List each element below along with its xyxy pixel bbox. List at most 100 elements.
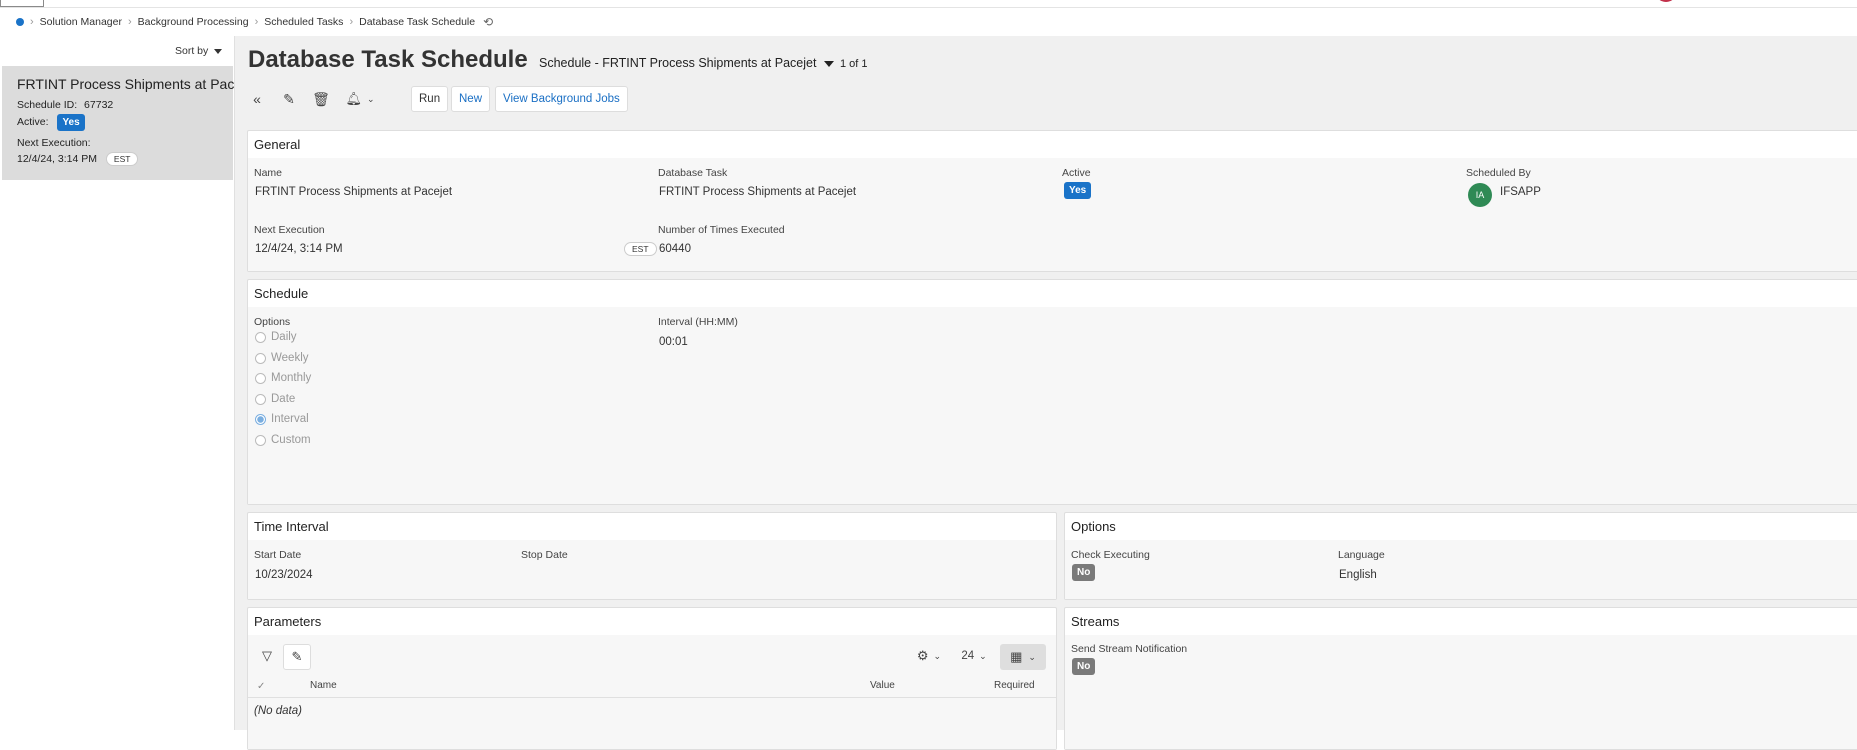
column-header-value[interactable]: Value [870,680,895,691]
notifications-dropdown[interactable]: 🔔︎ ⌄ [343,86,377,112]
radio-daily[interactable]: Daily [255,331,297,343]
time-interval-title: Time Interval [254,519,329,534]
radio-custom[interactable]: Custom [255,434,311,446]
radio-circle [255,393,266,405]
parameters-body: ▽ ✎ ⚙ ⌄ 24 ⌄ ▦ ⌄ ✓ Name Value Required (No … [248,635,1056,749]
interval-value: 00:01 [659,336,688,348]
name-value: FRTINT Process Shipments at Pacejet [255,186,453,198]
breadcrumb: › Solution Manager › Background Processi… [0,8,1857,36]
schedule-id-row: Schedule ID: 67732 [17,99,113,111]
column-header-required[interactable]: Required [994,680,1035,691]
chevron-down-icon: ⌄ [979,650,987,661]
new-button[interactable]: New [451,86,491,112]
options-panel: Options Check Executing No Language Engl… [1064,512,1857,600]
trash-icon[interactable]: 🗑 [309,86,333,112]
pencil-icon[interactable]: ✎ [277,86,301,112]
scheduled-by-label: Scheduled By [1466,167,1531,179]
double-chevron-left-icon[interactable]: « [245,86,269,112]
options-title: Options [1071,519,1116,534]
schedule-body: Options Daily Weekly Monthly Date Interv… [248,307,1857,504]
send-stream-label: Send Stream Notification [1071,643,1188,655]
breadcrumb-item[interactable]: Background Processing [138,16,249,28]
home-icon[interactable] [16,18,24,26]
next-execution-value: 12/4/24, 3:14 PM [17,153,97,165]
stop-date-label: Stop Date [521,549,568,561]
active-row: Active: Yes [17,114,85,131]
active-badge: Yes [1064,182,1092,199]
general-body: Name FRTINT Process Shipments at Pacejet… [248,158,1857,271]
timezone-badge: EST [105,152,139,166]
page-title: Database Task Schedule [248,46,528,73]
options-body: Check Executing No Language English [1065,540,1857,599]
column-header-name[interactable]: Name [310,680,337,691]
schedule-panel: Schedule Options Daily Weekly Monthly Da… [247,279,1857,505]
select-all-checkbox[interactable]: ✓ [257,681,265,692]
run-button[interactable]: Run [411,86,449,112]
record-selector[interactable]: Schedule - FRTINT Process Shipments at P… [539,56,835,70]
next-execution-row: 12/4/24, 3:14 PM EST [17,152,139,166]
chevron-right-icon: › [349,16,354,28]
empty-state-text: (No data) [254,705,302,717]
start-date-value: 10/23/2024 [255,569,313,581]
next-execution-label: Next Execution: [17,137,91,149]
streams-body: Send Stream Notification No [1065,635,1857,749]
time-interval-panel: Time Interval Start Date 10/23/2024 Stop… [247,512,1057,600]
sort-by-dropdown[interactable]: Sort by [175,45,223,57]
language-label: Language [1338,549,1385,561]
gear-icon: ⚙ [916,648,929,663]
send-stream-badge: No [1072,658,1096,675]
radio-label: Custom [271,434,311,446]
next-execution-value: 12/4/24, 3:14 PM [255,243,343,255]
active-badge: Yes [57,114,85,131]
times-executed-label: Number of Times Executed [658,224,785,236]
breadcrumb-current: Database Task Schedule [359,16,476,28]
page-size-dropdown[interactable]: 24 ⌄ [956,644,992,668]
timezone-badge: EST [624,242,657,256]
view-mode-dropdown[interactable]: ▦ ⌄ [1000,644,1046,670]
breadcrumb-item[interactable]: Scheduled Tasks [264,16,343,28]
caret-down-icon [824,60,835,67]
next-execution-label: Next Execution [254,224,325,236]
time-interval-body: Start Date 10/23/2024 Stop Date [248,540,1056,599]
chevron-right-icon: › [127,16,132,28]
radio-label: Daily [271,331,297,343]
check-executing-badge: No [1072,564,1096,581]
radio-circle [255,352,266,364]
database-task-label: Database Task [658,167,728,179]
settings-dropdown[interactable]: ⚙ ⌄ [909,644,949,668]
database-task-value[interactable]: FRTINT Process Shipments at Pacejet [659,186,856,198]
radio-label: Weekly [271,352,309,364]
sort-by-label: Sort by [175,45,209,57]
bell-icon: 🔔︎ [345,91,362,106]
view-background-jobs-button[interactable]: View Background Jobs [495,86,628,112]
radio-monthly[interactable]: Monthly [255,372,311,384]
radio-label: Interval [271,413,309,425]
breadcrumb-item[interactable]: Solution Manager [40,16,122,28]
streams-title: Streams [1071,614,1120,629]
radio-label: Monthly [271,372,312,384]
active-label: Active [1062,167,1091,179]
record-selector-label: Schedule - FRTINT Process Shipments at P… [539,56,817,70]
radio-interval[interactable]: Interval [255,413,309,425]
caret-down-icon [214,48,223,54]
check-executing-label: Check Executing [1071,549,1150,561]
avatar: IA [1468,183,1492,207]
record-card[interactable]: FRTINT Process Shipments at Pacejet Sche… [2,66,257,180]
divider [248,697,1056,698]
radio-label: Date [271,393,296,405]
parameters-title: Parameters [254,614,322,629]
radio-weekly[interactable]: Weekly [255,352,309,364]
app-menu-button[interactable] [0,0,44,7]
chevron-right-icon: › [30,16,34,28]
streams-panel: Streams Send Stream Notification No [1064,607,1857,750]
refresh-icon[interactable]: ⟲ [483,15,493,29]
name-label: Name [254,167,283,179]
schedule-id-value: 67732 [84,99,114,111]
pencil-icon[interactable]: ✎ [283,644,311,670]
record-card-title: FRTINT Process Shipments at Pacejet [17,76,257,92]
times-executed-value: 60440 [659,243,691,255]
filter-icon[interactable]: ▽ [255,644,279,668]
chevron-down-icon: ⌄ [366,93,375,104]
radio-date[interactable]: Date [255,393,295,405]
schedule-title: Schedule [254,286,309,301]
